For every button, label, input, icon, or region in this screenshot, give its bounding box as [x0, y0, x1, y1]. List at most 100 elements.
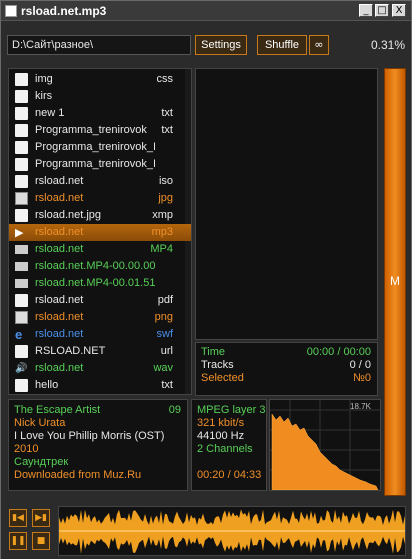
file-name: rsload.net.MP4-00.00.00.000 — [35, 260, 155, 272]
document-icon — [15, 209, 28, 222]
file-row[interactable]: rsload.net png — [9, 309, 191, 326]
file-row[interactable]: rsload.net.jpg xmp — [9, 207, 191, 224]
loop-button[interactable]: ∞ — [309, 35, 329, 55]
image-icon — [15, 311, 28, 324]
file-name: rsload.net — [35, 175, 84, 187]
stop-button[interactable]: ■ — [32, 532, 50, 550]
pause-button[interactable]: ❚❚ — [9, 532, 27, 550]
file-extension: url — [160, 345, 173, 357]
time-row: Time 00:00 / 00:00 — [201, 346, 371, 359]
file-name: rsload.net — [35, 226, 84, 238]
video-icon — [15, 245, 28, 254]
next-button[interactable]: ▶▮ — [32, 509, 50, 527]
progress-percent: 0.31% — [370, 38, 405, 52]
format-panel: MPEG layer 3 321 kbit/s 44100 Hz 2 Chann… — [191, 399, 267, 491]
file-extension: jpg — [158, 192, 173, 204]
file-name: rsload.net — [35, 362, 84, 374]
file-row[interactable]: rsload.net iso — [9, 173, 191, 190]
tag-album: I Love You Phillip Morris (OST) — [14, 430, 165, 442]
document-icon — [15, 379, 28, 392]
shuffle-button[interactable]: Shuffle — [257, 35, 307, 55]
volume-slider[interactable]: M — [384, 68, 406, 496]
file-name: new 1 — [35, 107, 65, 119]
tag-comment: Downloaded from Muz.Ru — [14, 469, 142, 481]
waveform-shape — [59, 509, 405, 554]
play-icon: ▶ — [15, 226, 24, 239]
tag-artist: Nick Urata — [14, 417, 66, 429]
image-icon — [15, 192, 28, 205]
file-name: Programma_trenirovok_Ipatov — [35, 158, 155, 170]
volume-label: M — [390, 274, 400, 288]
file-extension: txt — [161, 124, 173, 136]
spectrum-graph: 18.7K — [270, 400, 380, 491]
file-row[interactable]: hello txt — [9, 377, 191, 394]
maximize-button[interactable]: □ — [375, 4, 389, 17]
path-field[interactable]: D:\Сайт\разное\ — [7, 35, 191, 55]
document-icon — [15, 345, 28, 358]
file-row[interactable]: ▶ rsload.net mp3 — [9, 224, 191, 241]
file-extension: txt — [161, 379, 173, 391]
tag-track-number: 09 — [168, 404, 181, 416]
file-extension: txt — [161, 107, 173, 119]
previous-button[interactable]: ▮◀ — [9, 509, 27, 527]
format-samplerate: 44100 Hz — [197, 430, 245, 442]
file-extension: wav — [153, 362, 173, 374]
settings-button[interactable]: Settings — [195, 35, 247, 55]
tracks-label: Tracks — [201, 359, 234, 371]
file-row[interactable]: RSLOAD.NET url — [9, 343, 191, 360]
selected-label: Selected — [201, 372, 244, 384]
document-icon — [15, 141, 28, 154]
waveform-seekbar[interactable] — [58, 506, 406, 556]
playlist-panel[interactable] — [195, 68, 378, 340]
document-icon — [15, 73, 28, 86]
file-name: Programma_trenirovok_Ipatov — [35, 141, 155, 153]
file-extension: png — [154, 311, 173, 323]
spectrum-analyzer: 18.7K — [269, 399, 381, 491]
document-icon — [15, 175, 28, 188]
player-window: rsload.net.mp3 _ □ X D:\Сайт\разное\ Set… — [0, 0, 412, 559]
time-value: 00:00 / 00:00 — [306, 346, 371, 358]
title-bar[interactable]: rsload.net.mp3 _ □ X — [1, 1, 411, 21]
file-row[interactable]: rsload.net jpg — [9, 190, 191, 207]
file-extension: xmp — [152, 209, 173, 221]
toolbar: D:\Сайт\разное\ Settings Shuffle ∞ 0.31% — [1, 22, 411, 66]
file-row[interactable]: rsload.net pdf — [9, 292, 191, 309]
file-row[interactable]: img css — [9, 71, 191, 88]
minimize-button[interactable]: _ — [359, 4, 373, 17]
file-row[interactable]: Programma_trenirovok_Ipatov — [9, 139, 191, 156]
file-row[interactable]: e rsload.net swf — [9, 326, 191, 343]
file-name: hello — [35, 379, 59, 391]
file-name: rsload.net — [35, 243, 84, 255]
file-name: img — [35, 73, 53, 85]
file-name: rsload.net.MP4-00.01.51.999 — [35, 277, 155, 289]
file-name: Programma_trenirovok — [35, 124, 147, 136]
file-row[interactable]: rsload.net MP4 — [9, 241, 191, 258]
file-row[interactable]: kirs — [9, 88, 191, 105]
file-row[interactable]: 🔊 rsload.net wav — [9, 360, 191, 377]
document-icon — [15, 158, 28, 171]
file-row[interactable]: Programma_trenirovok_Ipatov — [9, 156, 191, 173]
file-row[interactable]: new 1 txt — [9, 105, 191, 122]
file-row[interactable]: Programma_trenirovok txt — [9, 122, 191, 139]
video-icon — [15, 279, 28, 288]
tag-genre: Саундтрек — [14, 456, 69, 468]
format-codec: MPEG layer 3 — [197, 404, 266, 416]
file-name: RSLOAD.NET — [35, 345, 106, 357]
tag-panel: The Escape Artist 09 Nick Urata I Love Y… — [8, 399, 188, 491]
waveform-graphic — [59, 509, 405, 554]
document-icon — [15, 294, 28, 307]
video-icon — [15, 262, 28, 271]
close-button[interactable]: X — [392, 4, 406, 17]
tag-title: The Escape Artist — [14, 404, 101, 416]
format-bitrate: 321 kbit/s — [197, 417, 245, 429]
file-name: kirs — [35, 90, 53, 102]
transport-bar: ▮◀ ▶▮ ❚❚ ■ — [1, 499, 411, 559]
document-icon — [15, 107, 28, 120]
file-name: rsload.net — [35, 311, 84, 323]
spectrum-label: 18.7K — [350, 402, 372, 411]
file-list[interactable]: img css kirs new 1 txt Programma_trenirovok tx… — [8, 68, 192, 395]
file-row[interactable]: rsload.net.MP4-00.01.51.999 — [9, 275, 191, 292]
format-channels: 2 Channels — [197, 443, 253, 455]
file-name: rsload.net — [35, 294, 84, 306]
file-row[interactable]: rsload.net.MP4-00.00.00.000 — [9, 258, 191, 275]
